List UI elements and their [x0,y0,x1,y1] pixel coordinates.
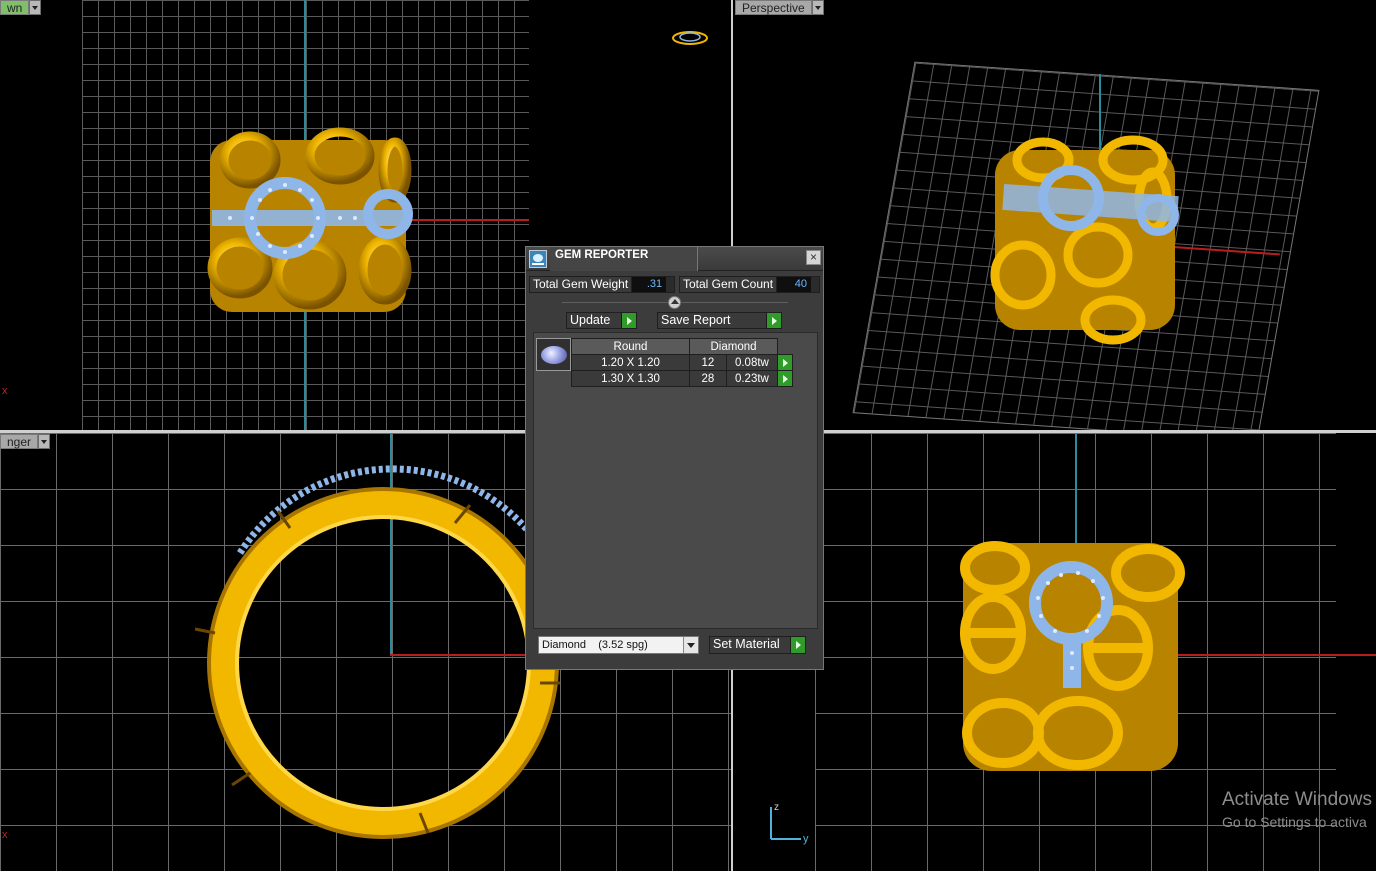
z-axis-gizmo-label: z [774,802,779,813]
total-gem-count-field: Total Gem Count 40 [679,276,820,293]
save-report-button[interactable]: Save Report [657,312,782,329]
gem-count: 12 [689,354,727,371]
table-row[interactable]: 1.20 X 1.20 12 0.08tw [571,354,793,371]
row-play-arrow-icon[interactable] [777,370,793,387]
y-axis-gizmo-label: y [803,833,809,845]
gem-reporter-icon [529,250,547,268]
ring-model-perspective [990,135,1179,345]
total-gem-count-label: Total Gem Count [680,277,778,292]
cad-application: wn x Perspective nger x z y Activate Win… [0,0,1376,871]
window-titlebar[interactable]: GEM REPORTER × [526,247,823,271]
chevron-down-icon[interactable] [683,637,698,653]
column-header-shape: Round [571,338,690,355]
gem-weight: 0.08tw [725,354,779,371]
activate-windows-subtitle: Go to Settings to activa [1222,814,1367,830]
gem-size: 1.30 X 1.30 [571,370,690,387]
x-axis-label: x [2,829,8,841]
round-diamond-icon [541,346,567,364]
gem-reporter-window[interactable]: GEM REPORTER × Total Gem Weight .31 Tota… [525,246,824,670]
chevron-down-icon[interactable] [38,434,51,449]
close-button[interactable]: × [806,250,821,265]
viewport-label-perspective[interactable]: Perspective [735,0,824,15]
chevron-down-icon[interactable] [811,0,824,15]
gem-count: 28 [689,370,727,387]
gem-size: 1.20 X 1.20 [571,354,690,371]
total-gem-weight-value: .31 [632,277,667,292]
update-button[interactable]: Update [566,312,637,329]
activate-windows-title: Activate Windows [1222,789,1372,810]
navigation-mini-ring [672,31,708,45]
set-material-button[interactable]: Set Material [709,636,806,654]
save-report-label: Save Report [661,313,731,327]
column-header-material: Diamond [689,338,778,355]
gem-weight: 0.23tw [725,370,779,387]
material-select[interactable]: Diamond (3.52 spg) [538,636,699,654]
view-name: wn [0,0,30,15]
view-name: nger [0,434,39,449]
update-label: Update [570,313,611,327]
play-arrow-icon[interactable] [621,313,636,328]
axis-gizmo: z y [770,802,809,845]
viewport-label-top-left[interactable]: wn [0,0,42,15]
gem-stone-thumbnail[interactable] [536,338,571,371]
total-gem-weight-label: Total Gem Weight [530,277,633,292]
play-arrow-icon[interactable] [766,313,781,328]
gem-table: Round Diamond 1.20 X 1.20 12 0.08tw 1.30… [571,338,793,387]
gem-list[interactable]: Round Diamond 1.20 X 1.20 12 0.08tw 1.30… [533,332,818,629]
total-gem-count-value: 40 [777,277,812,292]
window-title: GEM REPORTER [555,249,649,261]
viewport-label-bottom-left[interactable]: nger [0,434,51,449]
chevron-down-icon[interactable] [29,0,42,15]
table-row[interactable]: 1.30 X 1.30 28 0.23tw [571,370,793,387]
set-material-label: Set Material [713,637,780,651]
viewport-perspective[interactable]: Perspective [733,0,1376,430]
collapse-arrow-icon[interactable] [668,296,681,309]
view-name: Perspective [735,0,812,15]
play-arrow-icon[interactable] [790,637,805,653]
material-select-value: Diamond (3.52 spg) [542,639,648,651]
row-play-arrow-icon[interactable] [777,354,793,371]
x-axis-label: x [2,385,8,397]
total-gem-weight-field: Total Gem Weight .31 [529,276,675,293]
